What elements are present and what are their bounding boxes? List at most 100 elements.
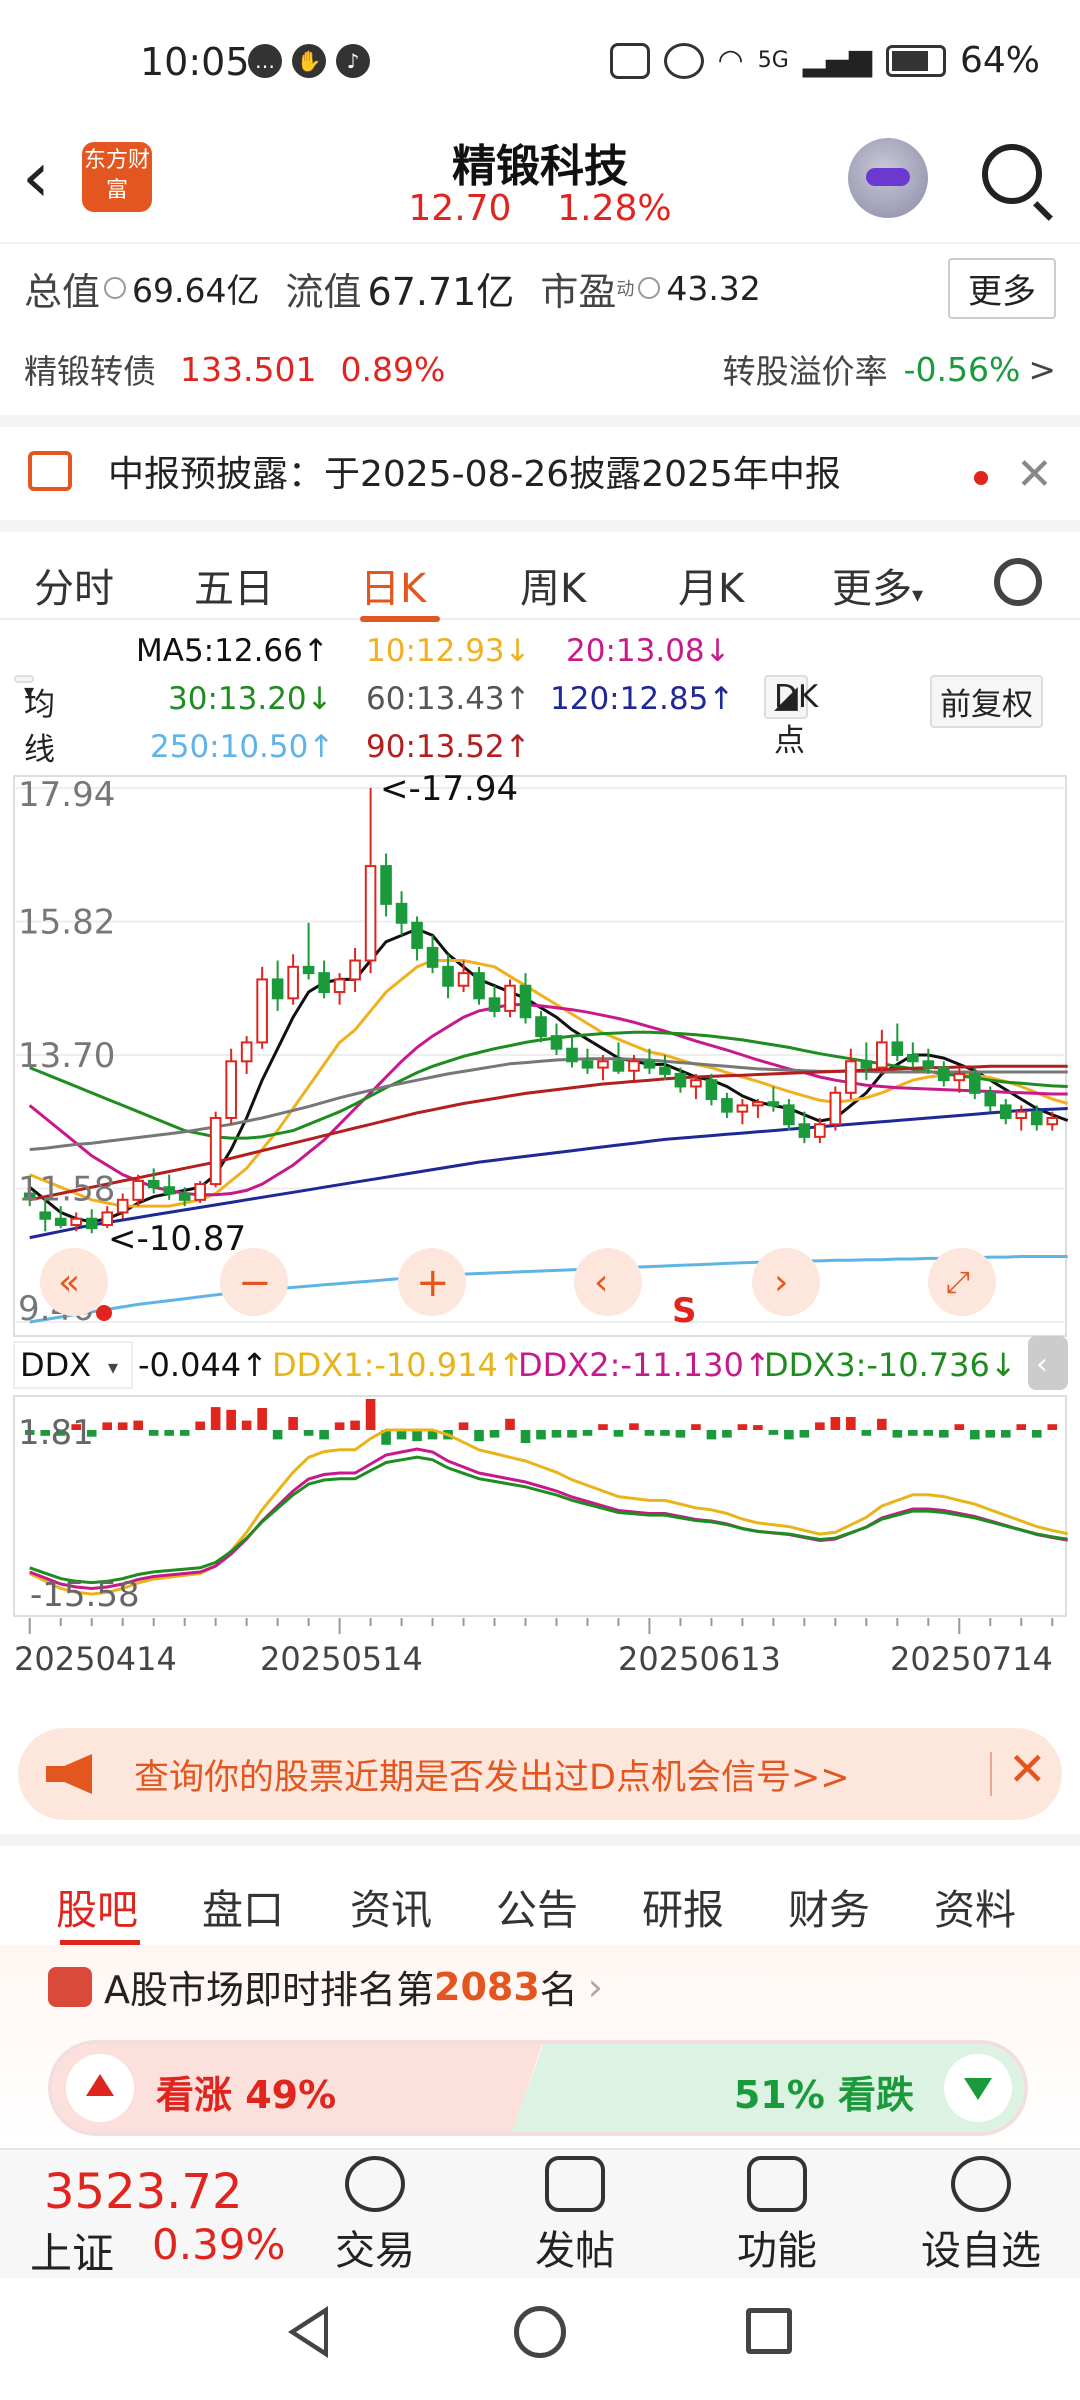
candle-body	[442, 965, 454, 987]
candle-body	[54, 1217, 67, 1227]
ddx-bar	[629, 1423, 639, 1430]
ddx-bar	[226, 1409, 236, 1430]
promo-banner[interactable]: 查询你的股票近期是否发出过D点机会信号>> ✕	[18, 1728, 1062, 1820]
system-home-icon[interactable]	[514, 2306, 566, 2358]
tab-finance[interactable]: 财务	[788, 1876, 870, 1936]
kline-chart[interactable]: 17.9415.8213.7011.589.46 <-17.94 <-10.87…	[0, 770, 1080, 1710]
pe-label: 市盈	[540, 269, 617, 314]
index-value[interactable]: 3523.72	[44, 2164, 243, 2220]
arrow-up-icon[interactable]	[66, 2054, 134, 2122]
candle-body	[163, 1186, 175, 1195]
caret-down-icon: ▾	[24, 679, 35, 703]
search-icon[interactable]	[982, 144, 1042, 204]
dk-point-button[interactable]: DK点 ◢	[764, 675, 818, 759]
ddx-name: DDX	[20, 1346, 91, 1384]
nav-post-label: 发帖	[535, 2228, 615, 2274]
ranking-prefix: A股市场即时排名第	[104, 1968, 434, 2012]
ddx-bar	[350, 1420, 360, 1430]
bond-label[interactable]: 精锻转债	[24, 345, 156, 393]
hand-icon: ✋	[292, 44, 326, 78]
system-back-icon[interactable]	[288, 2306, 328, 2358]
arrow-down-icon[interactable]	[944, 2054, 1012, 2122]
ddx-bar	[706, 1430, 717, 1440]
ddx-bar	[365, 1399, 376, 1430]
candle-body	[225, 1060, 237, 1119]
candle-body	[550, 1035, 563, 1050]
ddx-bar	[567, 1430, 577, 1438]
info-icon[interactable]	[104, 277, 127, 299]
index-pct: 0.39%	[152, 2220, 286, 2269]
ranking-line[interactable]: A股市场即时排名第 2083 名 ›	[48, 1959, 603, 2014]
collapse-panel-button[interactable]	[1028, 1336, 1068, 1390]
nav-post[interactable]: 发帖	[500, 2156, 650, 2276]
total-mv: 69.64亿	[132, 271, 260, 310]
ma-select-button[interactable]: 均线 ▾	[14, 675, 55, 768]
ddx-bar	[691, 1424, 701, 1430]
adjust-button[interactable]: 前复权	[930, 675, 1043, 728]
candle-body	[783, 1104, 795, 1126]
close-icon[interactable]: ✕	[1008, 1742, 1047, 1796]
megaphone-icon	[46, 1754, 92, 1794]
ddx-bar	[660, 1430, 670, 1436]
ranking-number: 2083	[434, 1964, 540, 2009]
ddx-bar	[102, 1422, 113, 1430]
chevron-right-icon[interactable]: >	[1028, 350, 1056, 389]
ddx-bar	[334, 1422, 345, 1430]
candle-body	[953, 1072, 966, 1082]
nav-watchlist[interactable]: 设自选	[906, 2156, 1056, 2276]
tab-minute[interactable]: 分时	[34, 556, 114, 614]
tab-announcement[interactable]: 公告	[496, 1876, 578, 1936]
audio-icon: ♪	[336, 44, 370, 78]
ddx-bar	[241, 1420, 252, 1430]
close-icon[interactable]: ✕	[1016, 449, 1053, 500]
nav-trade-label: 交易	[335, 2228, 415, 2274]
eye-icon	[663, 42, 704, 79]
candle-body	[581, 1060, 594, 1069]
tab-more[interactable]: 更多▾	[832, 556, 923, 614]
ma-legend: 均线 ▾ MA5:12.66↑ 10:12.93↓ 20:13.08↓ 30:13…	[0, 625, 1080, 775]
candle-body	[39, 1211, 52, 1220]
price-tick: 13.70	[18, 1036, 115, 1076]
more-button[interactable]: 更多	[948, 257, 1056, 319]
tab-guba[interactable]: 股吧	[56, 1876, 138, 1936]
candle-body	[938, 1066, 950, 1082]
ddx-bar	[923, 1430, 934, 1436]
gear-icon[interactable]	[994, 558, 1042, 606]
notice-text[interactable]: 中报预披露：于2025-08-26披露2025年中报	[108, 445, 841, 497]
nav-functions[interactable]: 功能	[702, 2156, 852, 2276]
candle-body	[674, 1072, 687, 1088]
tab-news[interactable]: 资讯	[350, 1876, 432, 1936]
system-recents-icon[interactable]	[746, 2308, 792, 2354]
ddx2-value: DDX2:-11.130↑	[518, 1346, 771, 1384]
candle-body	[85, 1217, 98, 1230]
system-navigation	[0, 2280, 1080, 2400]
index-name[interactable]: 上证	[30, 2220, 114, 2281]
kline-svg[interactable]: 17.9415.8213.7011.589.46 <-17.94 <-10.87…	[0, 770, 1080, 1710]
ddx-bar	[210, 1407, 221, 1430]
tab-profile[interactable]: 资料	[934, 1876, 1016, 1936]
notice-bar[interactable]: 中报预披露：于2025-08-26披露2025年中报 ✕	[0, 415, 1080, 515]
candle-body	[860, 1060, 873, 1069]
candle-body	[845, 1060, 857, 1094]
tab-pankou[interactable]: 盘口	[202, 1876, 284, 1936]
candle-body	[721, 1098, 733, 1113]
candle-body	[457, 972, 470, 987]
ddx-bar	[954, 1424, 965, 1430]
tab-five-day[interactable]: 五日	[194, 556, 274, 614]
ddx3-value: DDX3:-10.736↓	[764, 1346, 1017, 1384]
nav-trade[interactable]: 交易	[300, 2156, 450, 2276]
info-icon[interactable]	[638, 277, 661, 299]
tab-month-k[interactable]: 月K	[678, 556, 744, 614]
float-mv: 67.71亿	[367, 269, 515, 314]
tab-research[interactable]: 研报	[642, 1876, 724, 1936]
period-tabs: 分时 五日 日K 周K 月K 更多▾	[0, 520, 1080, 622]
candle-body	[736, 1104, 749, 1113]
tab-day-k[interactable]: 日K	[360, 556, 426, 614]
vote-up-label: 看涨 49%	[156, 2073, 337, 2117]
robot-assistant-icon[interactable]	[848, 138, 928, 218]
candle-body	[767, 1101, 780, 1107]
promo-text[interactable]: 查询你的股票近期是否发出过D点机会信号>>	[134, 1749, 850, 1800]
candle-body	[194, 1183, 206, 1201]
ddx-bar	[846, 1417, 856, 1430]
tab-week-k[interactable]: 周K	[520, 556, 586, 614]
